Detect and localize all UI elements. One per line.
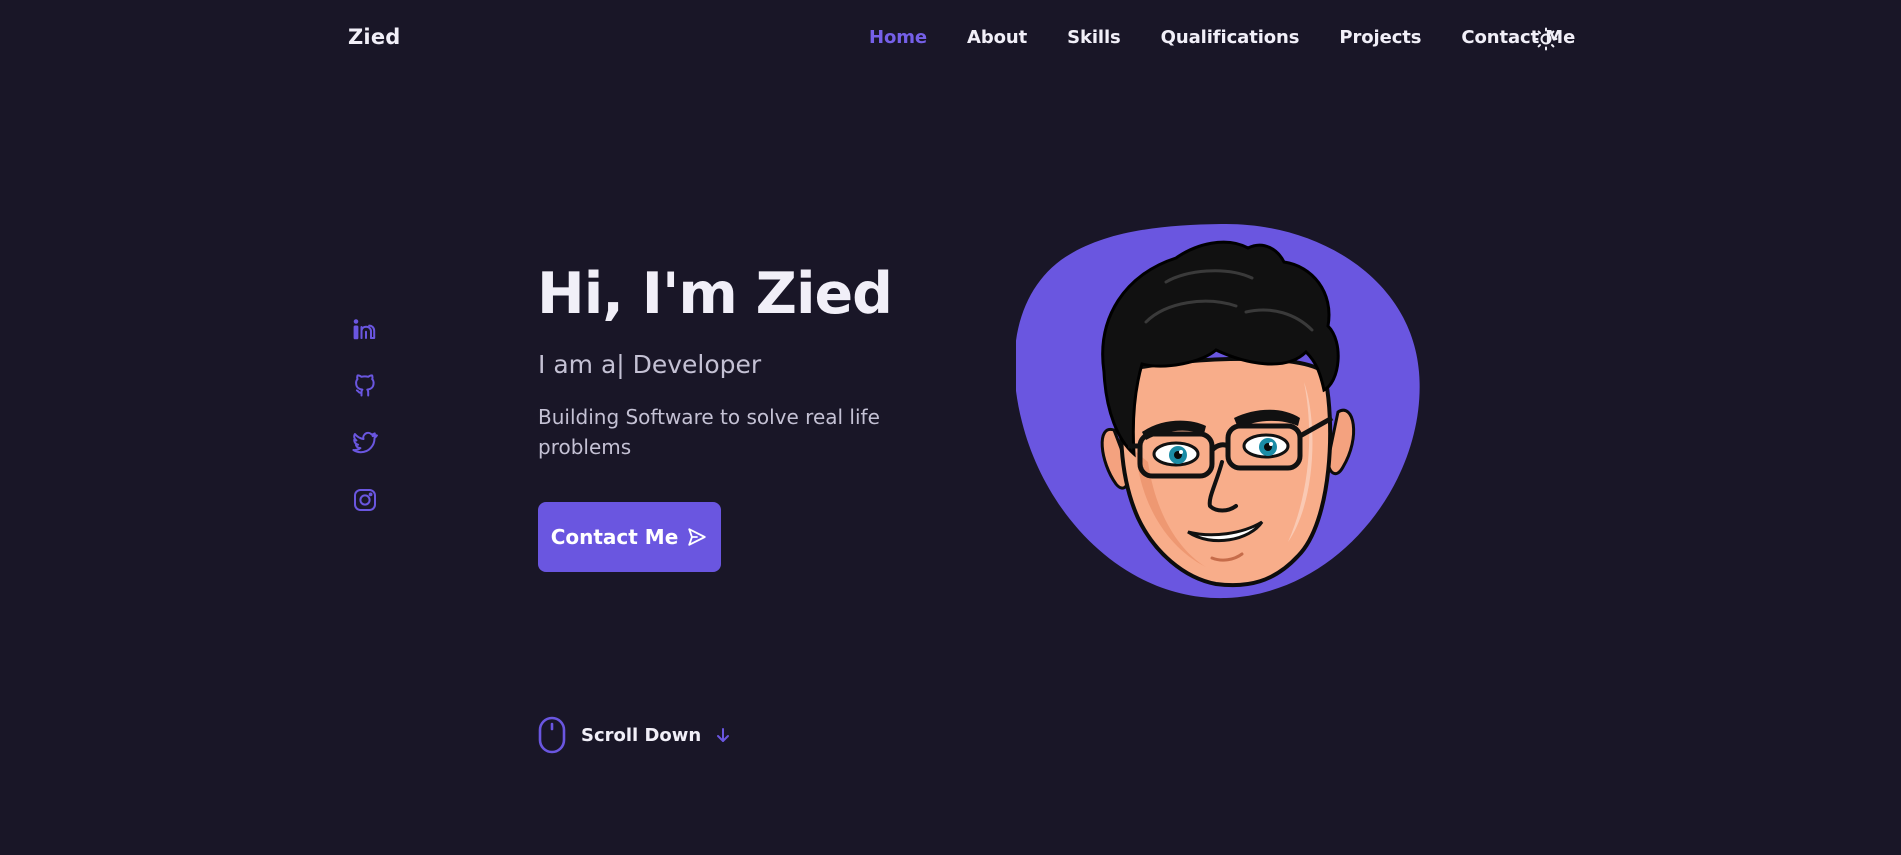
github-icon[interactable] — [352, 373, 378, 399]
avatar-illustration — [1016, 223, 1420, 599]
instagram-icon[interactable] — [352, 487, 378, 513]
send-icon — [688, 528, 706, 546]
contact-me-button[interactable]: Contact Me — [538, 502, 721, 572]
nav-home[interactable]: Home — [869, 27, 927, 48]
scroll-down-label: Scroll Down — [581, 724, 702, 746]
nav-projects[interactable]: Projects — [1339, 27, 1421, 48]
nav-skills[interactable]: Skills — [1067, 27, 1121, 48]
mouse-icon — [538, 716, 566, 754]
nav-contact[interactable]: Contact Me — [1461, 27, 1575, 48]
page: Zied Home About Skills Qualifications Pr… — [0, 0, 1901, 855]
avatar — [1016, 222, 1422, 600]
twitter-icon[interactable] — [352, 430, 378, 456]
logo[interactable]: Zied — [348, 25, 401, 49]
scroll-down-link[interactable]: Scroll Down — [538, 716, 731, 754]
header: Zied Home About Skills Qualifications Pr… — [0, 0, 1901, 78]
hero-title: Hi, I'm Zied — [537, 261, 893, 327]
nav-about[interactable]: About — [967, 27, 1027, 48]
arrow-down-icon — [717, 728, 730, 742]
sun-icon[interactable] — [1534, 27, 1558, 51]
hero-subtitle: I am a| Developer — [538, 350, 762, 379]
linkedin-icon[interactable] — [352, 316, 378, 342]
hero-description: Building Software to solve real life pro… — [538, 405, 880, 459]
main-nav: Home About Skills Qualifications Project… — [869, 27, 1615, 48]
nav-qualifications[interactable]: Qualifications — [1161, 27, 1300, 48]
contact-me-button-label: Contact Me — [550, 525, 679, 549]
social-links — [352, 316, 378, 544]
